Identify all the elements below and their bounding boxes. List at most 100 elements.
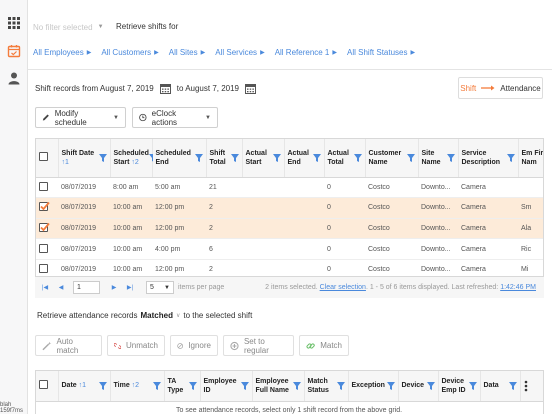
filter-funnel-icon[interactable] [426, 381, 435, 390]
page-size-select[interactable]: 5 ▼ [146, 281, 174, 294]
filter-funnel-icon[interactable] [508, 381, 517, 390]
row-checkbox[interactable] [39, 243, 48, 253]
filter-funnel-icon[interactable] [194, 153, 203, 162]
apps-grid-icon[interactable] [7, 16, 21, 30]
col-label: Actual Start [245, 149, 267, 166]
shift-row[interactable]: 08/07/2019 10:00 am 12:00 pm 2 0 Costco Downto… [36, 197, 543, 219]
col-device-emp-id[interactable]: Device Emp ID [438, 371, 481, 402]
filter-funnel-icon[interactable] [468, 381, 477, 390]
grid-cell: 4:00 pm [152, 238, 206, 260]
unmatch-button[interactable]: Unmatch [107, 335, 165, 356]
set-to-regular-button[interactable]: Set to regular [223, 335, 294, 356]
page-number-input[interactable]: 1 [73, 281, 100, 294]
col-shift-total[interactable]: Shift Total [206, 139, 243, 178]
col-actual-total[interactable]: Actual Total [324, 139, 366, 178]
filter-label: All Services [215, 48, 258, 57]
attendance-mode-select[interactable]: Matched [141, 311, 173, 320]
prev-page-icon[interactable]: ◀ [55, 282, 67, 294]
filter-funnel-icon[interactable] [272, 153, 281, 162]
user-icon[interactable] [7, 71, 21, 85]
shift-attendance-toggle[interactable]: Shift Attendance [458, 77, 543, 99]
filter-funnel-icon[interactable] [406, 153, 415, 162]
kebab-menu-icon[interactable] [524, 380, 528, 392]
filter-sites[interactable]: All Sites ▶ [169, 48, 206, 57]
col-time[interactable]: Time ↑2 [110, 371, 165, 402]
col-scheduled-end[interactable]: Scheduled End [152, 139, 207, 178]
eclock-actions-button[interactable]: eClock actions ▼ [132, 107, 218, 128]
grid-cell: 08/07/2019 [58, 238, 110, 260]
col-site-name[interactable]: Site Name [418, 139, 459, 178]
calendar-icon[interactable] [159, 83, 171, 94]
col-label: Exception [351, 382, 385, 390]
filter-funnel-icon[interactable] [98, 381, 107, 390]
filter-funnel-icon[interactable] [98, 153, 107, 162]
empty-attendance-note: To see attendance records, select only 1… [176, 406, 403, 414]
grid-cell: Camera [458, 177, 518, 199]
caret-right-icon: ▶ [260, 50, 265, 56]
row-checkbox[interactable] [39, 264, 48, 274]
col-device[interactable]: Device [398, 371, 439, 402]
match-button[interactable]: Match [299, 335, 349, 356]
col-service-description[interactable]: Service Description [458, 139, 519, 178]
filter-funnel-icon[interactable] [240, 381, 249, 390]
clear-selection-link[interactable]: Clear selection [320, 284, 366, 291]
auto-match-button[interactable]: Auto match [35, 335, 102, 356]
caret-right-icon: ▶ [200, 50, 206, 56]
row-checkbox[interactable] [39, 181, 48, 191]
filter-funnel-icon[interactable] [188, 381, 197, 390]
col-employee-first-name[interactable]: Em Firs Nam [518, 139, 543, 178]
filter-funnel-icon[interactable] [446, 153, 455, 162]
col-date[interactable]: Date ↑1 [58, 371, 111, 402]
col-actual-end[interactable]: Actual End [284, 139, 325, 178]
col-employee-full-name[interactable]: Employee Full Name [252, 371, 305, 402]
filter-breadcrumbs: All Employees ▶ All Customers ▶ All Sites ▶… [33, 48, 415, 57]
col-employee-id[interactable]: Employee ID [200, 371, 253, 402]
saved-filter-select[interactable]: No filter selected ▼ [33, 20, 105, 34]
chevron-down-icon[interactable]: ∨ [176, 312, 180, 319]
col-data[interactable]: Data [480, 371, 521, 402]
filter-funnel-icon[interactable] [292, 381, 301, 390]
filter-funnel-icon[interactable] [353, 153, 362, 162]
refresh-time-link[interactable]: 1:42:46 PM [500, 284, 536, 291]
row-checkbox[interactable] [39, 222, 50, 232]
filter-funnel-icon[interactable] [386, 381, 395, 390]
row-checkbox[interactable] [39, 202, 50, 212]
selected-count: 2 items selected. [265, 284, 318, 291]
first-page-icon[interactable]: |◀ [39, 282, 51, 294]
col-actual-start[interactable]: Actual Start [242, 139, 285, 178]
col-shift-date[interactable]: Shift Date ↑1 [58, 139, 111, 178]
calendar-check-icon[interactable] [7, 44, 21, 58]
next-page-icon[interactable]: ▶ [108, 282, 120, 294]
shift-row[interactable]: 08/07/2019 8:00 am 5:00 am 21 0 Costco Downto.… [36, 177, 543, 199]
filter-funnel-icon[interactable] [230, 153, 239, 162]
filter-services[interactable]: All Services ▶ [215, 48, 264, 57]
filter-funnel-icon[interactable] [506, 153, 515, 162]
filter-funnel-icon[interactable] [312, 153, 321, 162]
filter-funnel-icon[interactable] [336, 381, 345, 390]
calendar-icon[interactable] [245, 83, 257, 94]
filter-reference-1[interactable]: All Reference 1 ▶ [275, 48, 337, 57]
shift-row[interactable]: 08/07/2019 10:00 am 4:00 pm 6 0 Costco Downto.… [36, 238, 543, 260]
filter-employees[interactable]: All Employees ▶ [33, 48, 91, 57]
filter-customers[interactable]: All Customers ▶ [101, 48, 158, 57]
select-all-checkbox[interactable] [39, 379, 48, 389]
chevron-down-icon: ▼ [97, 24, 104, 30]
col-customer-name[interactable]: Customer Name [365, 139, 419, 178]
ignore-button[interactable]: Ignore [170, 335, 218, 356]
grid-cell: 6 [206, 238, 242, 260]
last-page-icon[interactable]: ▶| [124, 282, 136, 294]
col-scheduled-start[interactable]: Scheduled Start ↑2 [110, 139, 157, 178]
filter-funnel-icon[interactable] [152, 381, 161, 390]
link-icon [306, 342, 315, 349]
filter-shift-statuses[interactable]: All Shift Statuses ▶ [347, 48, 415, 57]
col-label: Scheduled End [155, 149, 191, 166]
col-exception[interactable]: Exception [348, 371, 399, 402]
col-ta-type[interactable]: TA Type [164, 371, 201, 402]
modify-schedule-button[interactable]: Modify schedule ▼ [35, 107, 126, 128]
col-match-status[interactable]: Match Status [304, 371, 349, 402]
grid-cell: 10:00 am [110, 238, 152, 260]
filter-label: All Reference 1 [274, 48, 330, 57]
range-text: . 1 - 5 of 6 items displayed. Last refre… [365, 284, 499, 291]
select-all-checkbox[interactable] [39, 151, 48, 161]
shift-row[interactable]: 08/07/2019 10:00 am 12:00 pm 2 0 Costco Downto… [36, 218, 543, 240]
